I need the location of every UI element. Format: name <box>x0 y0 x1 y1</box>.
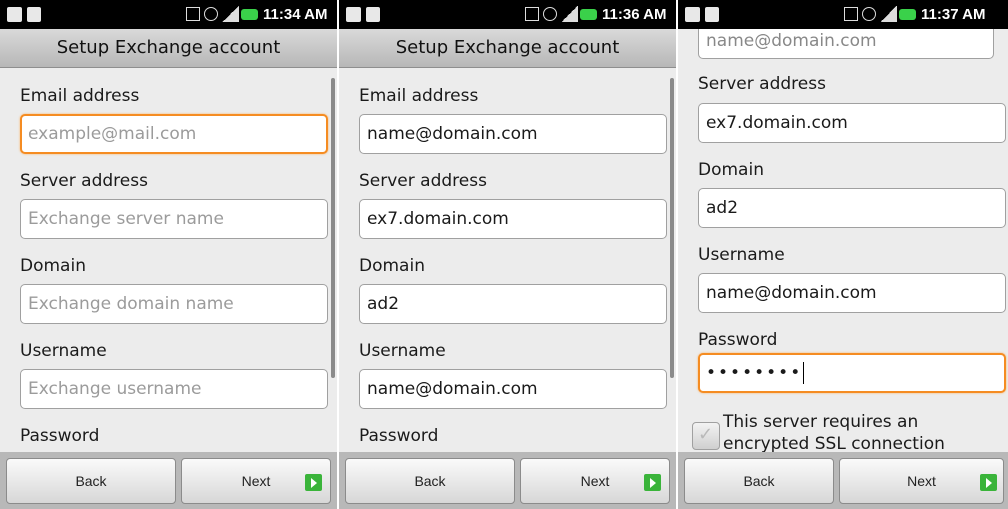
next-button[interactable]: Next <box>520 458 670 504</box>
button-bar: Back Next <box>678 452 1008 509</box>
server-field[interactable]: Exchange server name <box>20 199 328 239</box>
clock: 11:37 AM <box>921 6 986 23</box>
sim-icon <box>186 7 200 21</box>
phone-icon <box>7 7 22 22</box>
sim-icon <box>525 7 539 21</box>
page-title: Setup Exchange account <box>0 29 337 68</box>
status-bar: 11:34 AM <box>0 0 337 29</box>
domain-field[interactable]: ad2 <box>698 188 1006 228</box>
email-label: Email address <box>20 86 140 106</box>
username-label: Username <box>359 341 446 361</box>
password-label: Password <box>698 330 778 350</box>
clock: 11:34 AM <box>263 6 328 23</box>
vibrate-icon <box>204 7 218 21</box>
domain-field[interactable]: ad2 <box>359 284 667 324</box>
arrow-right-icon <box>305 474 322 491</box>
next-button[interactable]: Next <box>839 458 1004 504</box>
battery-icon <box>580 9 597 20</box>
signal-icon <box>880 6 897 22</box>
ssl-label-line2: encrypted SSL connection <box>723 434 945 452</box>
domain-label: Domain <box>20 256 86 276</box>
scrollbar[interactable] <box>670 78 674 378</box>
username-label: Username <box>698 245 785 265</box>
usb-icon <box>366 7 380 22</box>
arrow-right-icon <box>980 474 997 491</box>
screen-1: 11:34 AM Setup Exchange account Email ad… <box>0 0 337 509</box>
status-bar: 11:37 AM <box>678 0 1008 29</box>
button-bar: Back Next <box>339 452 676 509</box>
arrow-right-icon <box>644 474 661 491</box>
server-label: Server address <box>698 74 826 94</box>
server-label: Server address <box>359 171 487 191</box>
email-field[interactable]: example@mail.com <box>20 114 328 154</box>
form: Email address example@mail.com Server ad… <box>0 68 337 452</box>
password-field[interactable]: •••••••• <box>698 353 1006 393</box>
scrollbar[interactable] <box>331 78 335 378</box>
username-field[interactable]: name@domain.com <box>359 369 667 409</box>
email-field[interactable]: name@domain.com <box>359 114 667 154</box>
text-cursor <box>803 362 805 384</box>
password-value: •••••••• <box>706 363 803 383</box>
battery-icon <box>899 9 916 20</box>
usb-icon <box>705 7 719 22</box>
username-field[interactable]: Exchange username <box>20 369 328 409</box>
ssl-label: This server requires an encrypted SSL co… <box>723 411 945 452</box>
signal-icon <box>222 6 239 22</box>
battery-icon <box>241 9 258 20</box>
vibrate-icon <box>862 7 876 21</box>
sim-icon <box>844 7 858 21</box>
server-label: Server address <box>20 171 148 191</box>
server-field[interactable]: ex7.domain.com <box>359 199 667 239</box>
username-field[interactable]: name@domain.com <box>698 273 1006 313</box>
email-field[interactable]: name@domain.com <box>698 29 994 59</box>
form: Email address name@domain.com Server add… <box>339 68 676 452</box>
ssl-checkbox[interactable] <box>692 422 720 450</box>
server-field[interactable]: ex7.domain.com <box>698 103 1006 143</box>
form: name@domain.com Server address ex7.domai… <box>678 29 1008 452</box>
password-label: Password <box>20 426 100 446</box>
phone-icon <box>346 7 361 22</box>
vibrate-icon <box>543 7 557 21</box>
domain-label: Domain <box>359 256 425 276</box>
button-bar: Back Next <box>0 452 337 509</box>
back-button[interactable]: Back <box>345 458 515 504</box>
next-label: Next <box>241 473 271 489</box>
domain-label: Domain <box>698 160 764 180</box>
username-label: Username <box>20 341 107 361</box>
next-label: Next <box>580 473 610 489</box>
screen-3: 11:37 AM name@domain.com Server address … <box>678 0 1008 509</box>
next-label: Next <box>907 473 936 489</box>
password-label: Password <box>359 426 439 446</box>
next-button[interactable]: Next <box>181 458 331 504</box>
status-bar: 11:36 AM <box>339 0 676 29</box>
ssl-label-line1: This server requires an <box>723 412 919 432</box>
signal-icon <box>561 6 578 22</box>
domain-field[interactable]: Exchange domain name <box>20 284 328 324</box>
clock: 11:36 AM <box>602 6 667 23</box>
email-label: Email address <box>359 86 479 106</box>
back-button[interactable]: Back <box>684 458 834 504</box>
usb-icon <box>27 7 41 22</box>
phone-icon <box>685 7 700 22</box>
screen-2: 11:36 AM Setup Exchange account Email ad… <box>339 0 676 509</box>
page-title: Setup Exchange account <box>339 29 676 68</box>
back-button[interactable]: Back <box>6 458 176 504</box>
